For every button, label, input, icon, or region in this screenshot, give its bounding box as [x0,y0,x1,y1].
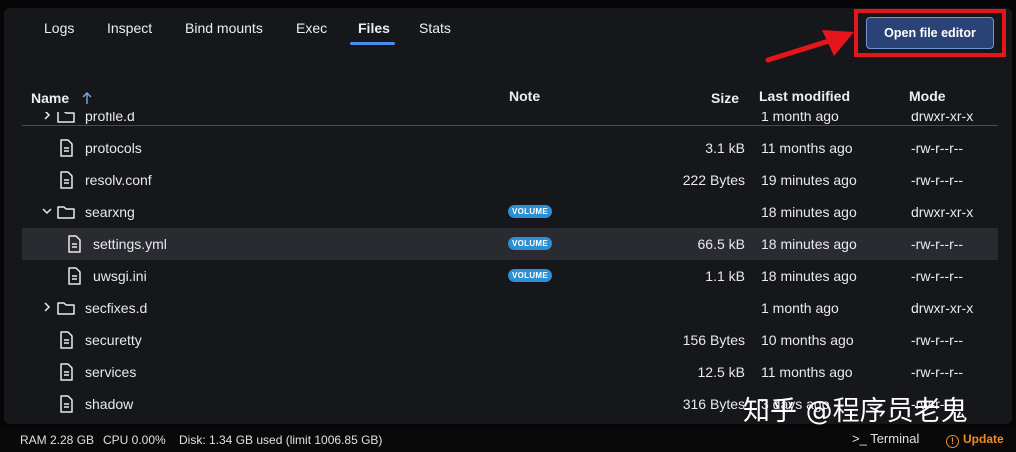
file-name[interactable]: settings.yml [93,236,167,252]
container-detail-panel: Logs Inspect Bind mounts Exec Files Stat… [4,8,1012,424]
file-name[interactable]: uwsgi.ini [93,268,147,284]
column-header-mode[interactable]: Mode [909,88,946,104]
file-name[interactable]: searxng [85,204,135,220]
file-name[interactable]: securetty [85,332,142,348]
terminal-icon: >_ [852,431,871,446]
tab-stats[interactable]: Stats [419,20,451,36]
file-size: 12.5 kB [697,364,745,380]
file-icon [68,235,81,253]
folder-icon [57,302,75,315]
active-tab-indicator [350,42,395,45]
file-row[interactable]: services 12.5 kB 11 months ago -rw-r--r-- [22,356,998,388]
open-file-editor-button[interactable]: Open file editor [866,17,994,49]
cpu-usage: CPU 0.00% [103,433,166,447]
file-size: 3.1 kB [705,140,745,156]
file-icon [60,139,73,157]
column-header-note[interactable]: Note [509,88,540,104]
file-size: 316 Bytes [682,396,745,412]
tab-exec[interactable]: Exec [296,20,327,36]
last-modified: 19 minutes ago [761,172,857,188]
file-mode: -rw-r--r-- [911,332,964,348]
last-modified: 11 months ago [761,140,853,156]
tab-bind-mounts[interactable]: Bind mounts [185,20,263,36]
last-modified: 10 months ago [761,332,854,348]
last-modified: 1 month ago [761,112,839,124]
file-mode: -rw-r--r-- [911,236,964,252]
update-label: Update [963,432,1004,446]
file-size: 1.1 kB [705,268,745,284]
watermark: 知乎 @程序员老鬼 [743,396,968,427]
file-size: 156 Bytes [682,332,745,348]
last-modified: 11 months ago [761,364,853,380]
file-mode: -rw-r--r-- [911,140,964,156]
file-name[interactable]: protocols [85,140,142,156]
column-header-name[interactable]: Name [31,90,69,106]
ram-usage: RAM 2.28 GB [20,433,95,447]
file-name[interactable]: services [85,364,136,380]
file-mode: drwxr-xr-x [911,204,974,220]
status-bar: RAM 2.28 GB CPU 0.00% Disk: 1.34 GB used… [0,428,1016,452]
tab-logs[interactable]: Logs [44,20,74,36]
folder-row[interactable]: searxng VOLUME 18 minutes ago drwxr-xr-x [22,196,998,228]
file-icon [60,395,73,413]
file-name[interactable]: shadow [85,396,133,412]
file-mode: drwxr-xr-x [911,112,974,124]
file-mode: -rw-r--r-- [911,172,964,188]
file-row[interactable]: resolv.conf 222 Bytes 19 minutes ago -rw-r-… [22,164,998,196]
folder-icon [57,112,75,123]
chevron-down-icon[interactable] [42,206,52,216]
sort-ascending-icon[interactable] [82,91,92,105]
folder-row[interactable]: secfixes.d 1 month ago drwxr-xr-x [22,292,998,324]
terminal-label: Terminal [870,431,920,446]
tab-files[interactable]: Files [358,20,390,36]
red-arrow-annotation [765,30,854,63]
volume-badge: VOLUME [508,237,553,250]
file-row[interactable]: uwsgi.ini VOLUME 1.1 kB 18 minutes ago -rw-r… [22,260,998,292]
disk-usage: Disk: 1.34 GB used (limit 1006.85 GB) [179,433,383,447]
file-mode: -rw-r--r-- [911,268,964,284]
update-button[interactable]: ! Update [946,432,1004,448]
chevron-right-icon[interactable] [42,302,52,312]
file-name[interactable]: resolv.conf [85,172,152,188]
file-list: profile.d 1 month ago drwxr-xr-x protocols 3… [22,112,998,424]
file-mode: drwxr-xr-x [911,300,974,316]
file-size: 222 Bytes [682,172,745,188]
file-icon [60,171,73,189]
last-modified: 18 minutes ago [761,236,857,252]
column-header-size[interactable]: Size [711,90,739,106]
highlight-box: Open file editor [854,9,1006,57]
file-row[interactable]: securetty 156 Bytes 10 months ago -rw-r--r-… [22,324,998,356]
volume-badge: VOLUME [508,269,553,282]
volume-badge: VOLUME [508,205,553,218]
column-header-last-modified[interactable]: Last modified [759,88,850,104]
folder-icon [57,206,75,219]
file-row[interactable]: protocols 3.1 kB 11 months ago -rw-r--r-- [22,132,998,164]
file-name[interactable]: secfixes.d [85,300,147,316]
file-size: 66.5 kB [697,236,745,252]
tab-inspect[interactable]: Inspect [107,20,152,36]
last-modified: 18 minutes ago [761,204,857,220]
file-name[interactable]: profile.d [85,112,135,124]
folder-row[interactable]: profile.d 1 month ago drwxr-xr-x [22,112,998,132]
file-icon [60,363,73,381]
file-row[interactable]: settings.yml VOLUME 66.5 kB 18 minutes ago -… [22,228,998,260]
last-modified: 1 month ago [761,300,839,316]
file-icon [60,331,73,349]
last-modified: 18 minutes ago [761,268,857,284]
file-mode: -rw-r--r-- [911,364,964,380]
chevron-right-icon[interactable] [42,112,52,120]
terminal-button[interactable]: >_ Terminal [852,431,919,446]
file-icon [68,267,81,285]
info-icon: ! [946,435,959,448]
